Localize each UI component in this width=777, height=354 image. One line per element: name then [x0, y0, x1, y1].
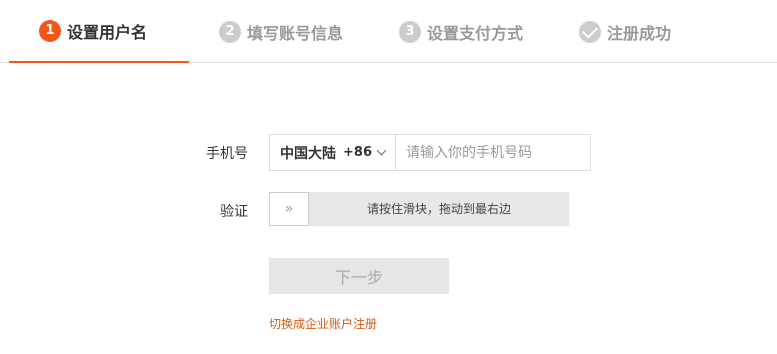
step-3-label: 设置支付方式: [427, 23, 524, 43]
step-2-label: 填写账号信息: [247, 23, 344, 43]
step-2-number-badge: 2: [219, 20, 241, 43]
double-chevron-right-icon: »: [284, 201, 294, 217]
step-3-number-badge: 3: [399, 20, 421, 43]
step-3: 3 设置支付方式: [399, 0, 523, 63]
step-1-number-badge: 1: [39, 19, 61, 42]
enterprise-register-link[interactable]: 切换成企业账户注册: [269, 315, 377, 332]
step-progress-bar: 1 设置用户名 2 填写账号信息 3 设置支付方式 注册成功: [0, 0, 777, 63]
step-1-label: 设置用户名: [67, 22, 148, 42]
region-select[interactable]: 中国大陆 +86: [270, 135, 396, 170]
region-name: 中国大陆: [280, 145, 336, 162]
slider-captcha: » 请按住滑块，拖动到最右边: [269, 192, 569, 226]
next-step-button[interactable]: 下一步: [269, 258, 449, 294]
step-1: 1 设置用户名: [9, 0, 189, 63]
phone-label: 手机号: [206, 146, 248, 162]
step-4-label: 注册成功: [607, 23, 672, 43]
step-2: 2 填写账号信息: [219, 0, 343, 63]
slider-handle[interactable]: »: [269, 192, 309, 226]
region-code: +86: [343, 145, 372, 160]
chevron-down-icon: [376, 145, 387, 156]
checkmark-icon: [579, 20, 601, 43]
step-4: 注册成功: [579, 0, 671, 63]
registration-page: 1 设置用户名 2 填写账号信息 3 设置支付方式 注册成功 手机号 中国大陆 …: [0, 0, 777, 354]
phone-input[interactable]: [396, 135, 590, 170]
phone-field-group: 中国大陆 +86: [269, 134, 591, 171]
verify-label: 验证: [220, 204, 248, 220]
slider-hint: 请按住滑块，拖动到最右边: [366, 202, 511, 216]
